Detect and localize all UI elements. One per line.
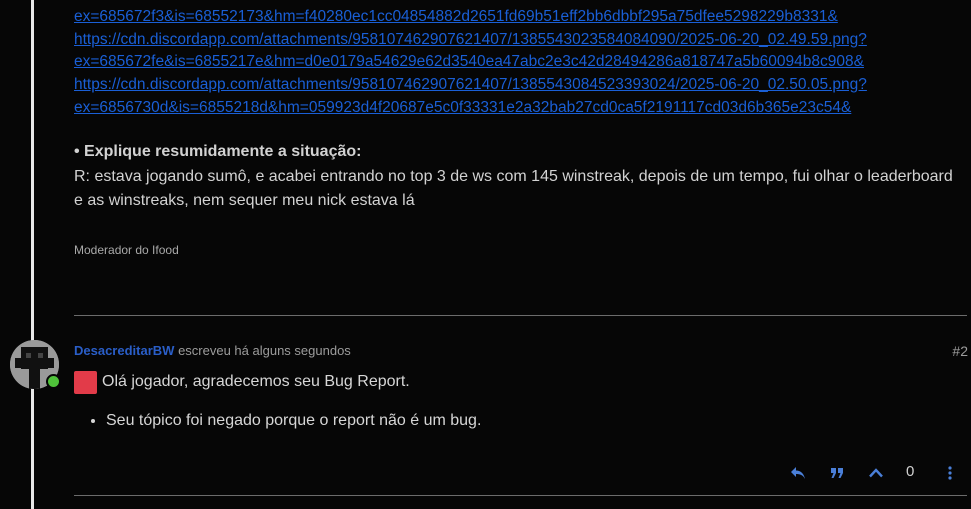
more-options-button[interactable] [940, 462, 960, 484]
post-actions [780, 462, 971, 484]
author-link[interactable]: DesacreditarBW [74, 343, 174, 358]
post-divider [74, 495, 967, 496]
thread-timeline-line [31, 0, 34, 509]
greeting-text: Olá jogador, agradecemos seu Bug Report. [102, 373, 410, 390]
post-divider [74, 315, 967, 316]
situation-section: • Explique resumidamente a situação: R: … [74, 140, 954, 214]
post-number[interactable]: #2 [952, 343, 968, 359]
situation-answer: R: estava jogando sumô, e acabei entrand… [74, 167, 953, 210]
attachment-link[interactable]: https://cdn.discordapp.com/attachments/9… [74, 74, 971, 97]
online-status-indicator [46, 374, 61, 389]
like-count: 0 [906, 463, 915, 480]
reason-list: Seu tópico foi negado porque o report nã… [74, 410, 954, 432]
reply-button[interactable] [788, 462, 808, 484]
attachment-link[interactable]: ex=685672f3&is=68552173&hm=f40280ec1cc04… [74, 6, 971, 29]
post-body: Olá jogador, agradecemos seu Bug Report.… [74, 369, 954, 432]
situation-heading: • Explique resumidamente a situação: [74, 143, 362, 160]
quote-icon [831, 468, 843, 478]
attachment-link[interactable]: https://cdn.discordapp.com/attachments/9… [74, 29, 971, 52]
more-vertical-icon [948, 466, 952, 480]
greeting-line: Olá jogador, agradecemos seu Bug Report. [74, 369, 954, 395]
post-timestamp: escreveu há alguns segundos [178, 343, 351, 358]
user-signature: Moderador do Ifood [74, 243, 179, 257]
reply-icon [791, 467, 805, 479]
post-meta: DesacreditarBW escreveu há alguns segund… [74, 343, 351, 358]
upvote-button[interactable] [866, 462, 886, 484]
attachment-link[interactable]: ex=685672fe&is=6855217e&hm=d0e0179a54629… [74, 51, 971, 74]
list-item: Seu tópico foi negado porque o report nã… [106, 410, 954, 432]
attachment-links: ex=685672f3&is=68552173&hm=f40280ec1cc04… [74, 6, 971, 120]
attachment-link[interactable]: ex=6856730d&is=6855218d&hm=059923d4f2068… [74, 97, 971, 120]
quote-button[interactable] [827, 462, 847, 484]
chevron-up-icon [869, 468, 883, 478]
red-square-icon [74, 370, 97, 394]
